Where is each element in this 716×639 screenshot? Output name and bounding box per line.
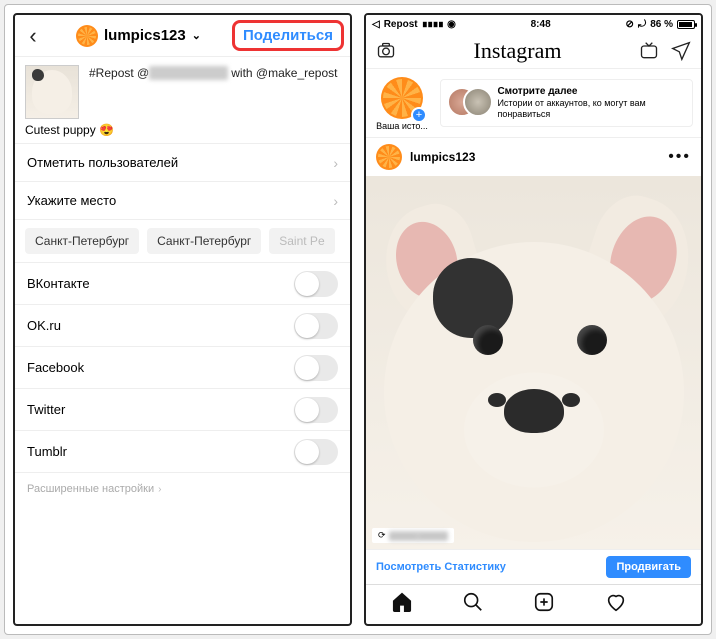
- igtv-icon[interactable]: [639, 41, 659, 61]
- share-target-row-ok: OK.ru: [15, 304, 350, 346]
- share-target-row-vk: ВКонтакте: [15, 262, 350, 304]
- tab-home-icon[interactable]: [391, 591, 413, 618]
- post-options-icon[interactable]: •••: [668, 148, 691, 166]
- wifi-icon: ◉: [447, 19, 456, 30]
- caption-prefix: #Repost @: [89, 66, 149, 80]
- toggle-switch[interactable]: [294, 271, 338, 297]
- direct-message-icon[interactable]: [671, 41, 691, 61]
- watch-next-card[interactable]: Смотрите далее Истории от аккаунтов, ко …: [440, 79, 693, 127]
- toggle-switch[interactable]: [294, 313, 338, 339]
- share-target-label: Tumblr: [27, 444, 67, 459]
- back-chevron-icon[interactable]: ‹: [21, 23, 45, 49]
- tag-users-row[interactable]: Отметить пользователей ›: [15, 143, 350, 181]
- share-target-label: Twitter: [27, 402, 65, 417]
- chevron-down-icon: ⌄: [192, 29, 201, 42]
- your-story[interactable]: + Ваша исто...: [374, 75, 430, 131]
- caption-blurred-handle: xxxxxx_xxxxxx: [149, 66, 228, 80]
- signal-icon: ∎∎∎∎: [422, 19, 443, 30]
- advanced-settings-link[interactable]: Расширенные настройки›: [15, 472, 350, 505]
- bottom-tab-bar: [366, 584, 701, 624]
- add-location-row[interactable]: Укажите место ›: [15, 181, 350, 219]
- add-location-label: Укажите место: [27, 193, 116, 208]
- alarm-icon: ⊘: [625, 19, 633, 30]
- post-insights-bar: Посмотреть Статистику Продвигать: [366, 549, 701, 584]
- share-target-row-tumblr: Tumblr: [15, 430, 350, 472]
- toggle-switch[interactable]: [294, 397, 338, 423]
- post-image[interactable]: ⟳ xxxxxx_xxxxxx: [366, 176, 701, 549]
- post-username: lumpics123: [410, 150, 475, 164]
- puppy-illustration: [366, 176, 701, 549]
- instagram-logo: Instagram: [474, 38, 562, 64]
- toggle-switch[interactable]: [294, 439, 338, 465]
- camera-icon[interactable]: [376, 41, 396, 61]
- avatar: [463, 87, 493, 117]
- share-button[interactable]: Поделиться: [232, 20, 344, 51]
- ios-status-bar: ◁ Repost ∎∎∎∎ ◉ 8:48 ⊘ ⤾ 86 %: [366, 15, 701, 33]
- share-target-label: ВКонтакте: [27, 276, 90, 291]
- post-user[interactable]: lumpics123: [376, 144, 475, 170]
- instagram-header: Instagram: [366, 33, 701, 69]
- chevron-right-icon: ›: [333, 193, 338, 209]
- share-target-row-facebook: Facebook: [15, 346, 350, 388]
- location-chip[interactable]: Санкт-Петербург: [25, 228, 139, 254]
- caption-suffix: with @make_repost: [228, 66, 338, 80]
- back-to-app-label[interactable]: Repost: [384, 19, 418, 30]
- username-label: lumpics123: [104, 27, 186, 44]
- stories-strip: + Ваша исто... Смотрите далее Истории от…: [366, 69, 701, 138]
- watch-next-text: Смотрите далее Истории от аккаунтов, ко …: [497, 86, 686, 120]
- toggle-switch[interactable]: [294, 355, 338, 381]
- share-target-label: OK.ru: [27, 318, 61, 333]
- chevron-right-icon: ›: [158, 484, 161, 495]
- post-thumbnail[interactable]: [25, 65, 79, 119]
- suggested-avatars: [447, 87, 491, 119]
- share-header: ‹ lumpics123 ⌄ Поделиться: [15, 15, 350, 57]
- avatar-orange-icon: [76, 25, 98, 47]
- battery-icon: [677, 20, 695, 29]
- tab-new-post-icon[interactable]: [533, 591, 555, 618]
- tab-activity-icon[interactable]: [605, 591, 627, 618]
- post-header: lumpics123 •••: [366, 138, 701, 176]
- caption-row: #Repost @xxxxxx_xxxxxx with @make_repost: [15, 57, 350, 123]
- promote-button[interactable]: Продвигать: [606, 556, 691, 578]
- right-phone-feed-screen: ◁ Repost ∎∎∎∎ ◉ 8:48 ⊘ ⤾ 86 % Instagram: [364, 13, 703, 626]
- tag-users-label: Отметить пользователей: [27, 155, 178, 170]
- avatar-orange-icon: [376, 144, 402, 170]
- repost-badge-user: xxxxxx_xxxxxx: [389, 531, 448, 541]
- plus-badge-icon: +: [411, 107, 427, 123]
- caption-text[interactable]: #Repost @xxxxxx_xxxxxx with @make_repost: [89, 65, 340, 119]
- location-chip[interactable]: Санкт-Петербург: [147, 228, 261, 254]
- account-selector[interactable]: lumpics123 ⌄: [76, 25, 201, 47]
- repost-icon: ⟳: [378, 530, 386, 541]
- location-suggestions: Санкт-Петербург Санкт-Петербург Saint Pe: [15, 219, 350, 262]
- rotation-lock-icon: ⤾: [638, 19, 646, 30]
- share-target-label: Facebook: [27, 360, 84, 375]
- status-time: 8:48: [531, 19, 551, 30]
- tab-search-icon[interactable]: [462, 591, 484, 618]
- repost-badge: ⟳ xxxxxx_xxxxxx: [372, 528, 454, 543]
- caption-line2: Cutest puppy 😍: [15, 123, 350, 143]
- battery-pct: 86 %: [650, 19, 673, 30]
- view-stats-link[interactable]: Посмотреть Статистику: [376, 561, 506, 573]
- share-target-row-twitter: Twitter: [15, 388, 350, 430]
- back-to-app-icon[interactable]: ◁: [372, 19, 380, 30]
- location-chip[interactable]: Saint Pe: [269, 228, 334, 254]
- left-phone-share-screen: ‹ lumpics123 ⌄ Поделиться #Repost @xxxxx…: [13, 13, 352, 626]
- chevron-right-icon: ›: [333, 155, 338, 171]
